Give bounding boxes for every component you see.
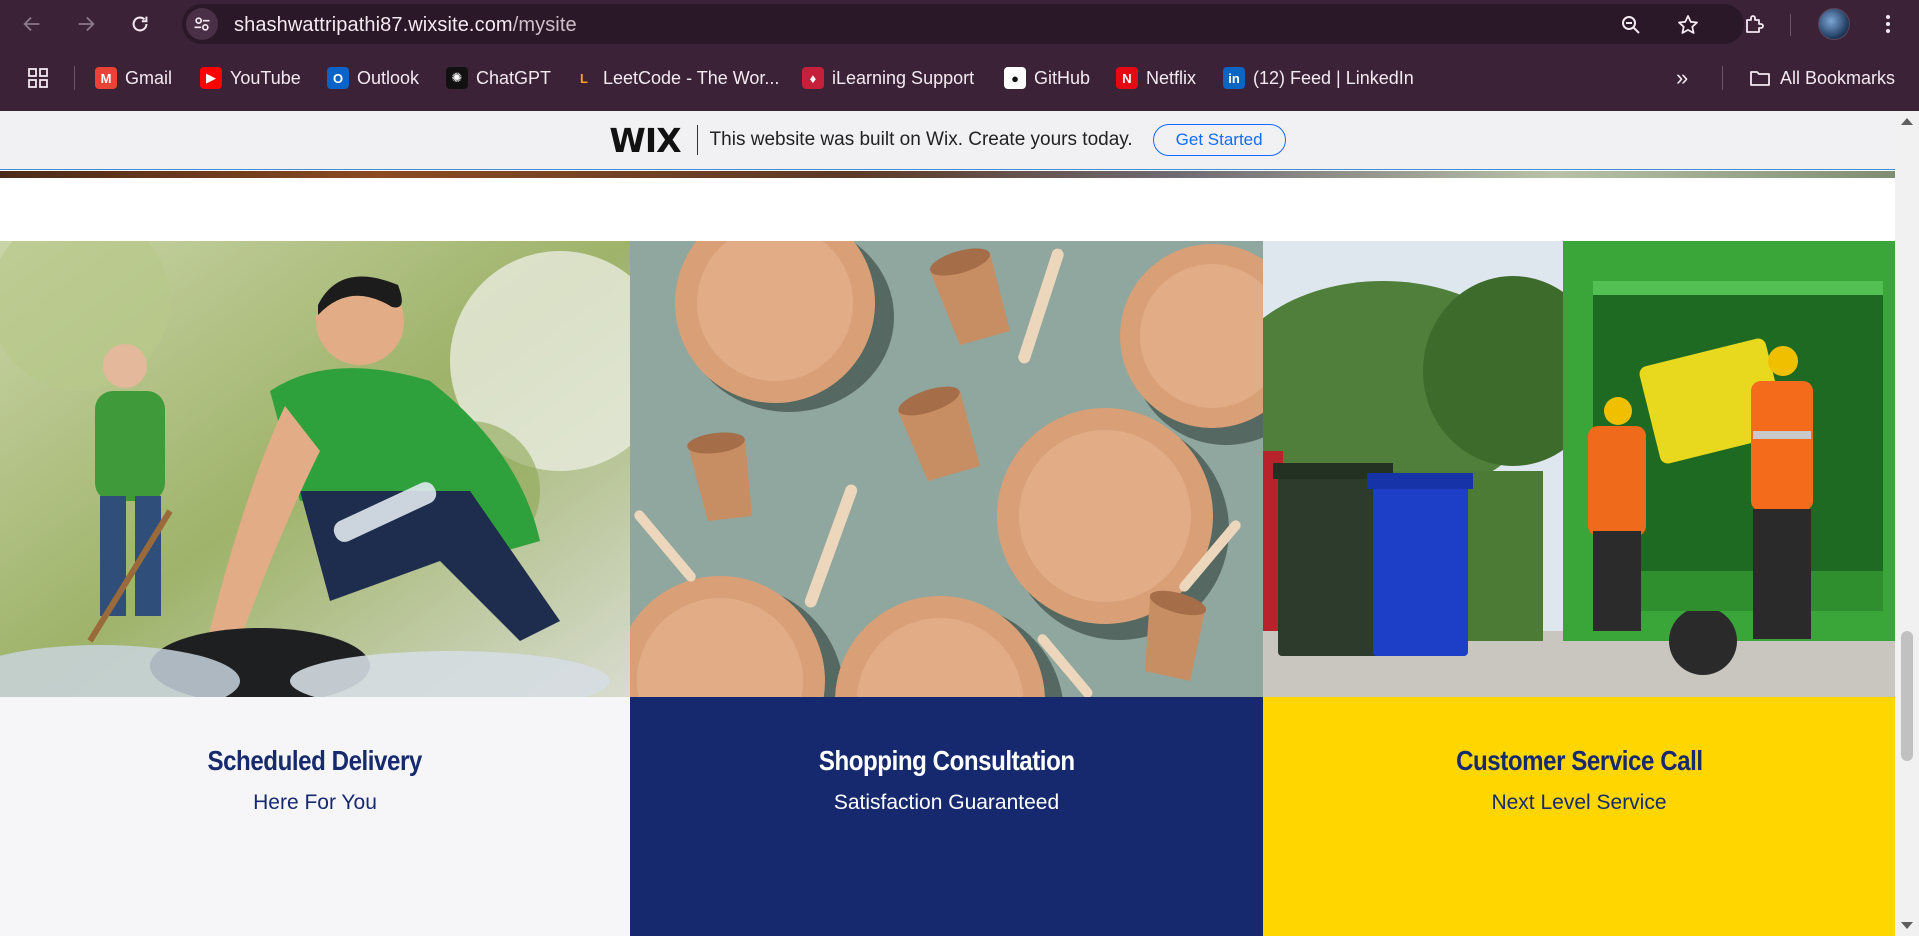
all-bookmarks-label: All Bookmarks bbox=[1780, 67, 1896, 88]
arrow-left-icon bbox=[23, 16, 40, 32]
reload-button[interactable] bbox=[124, 8, 156, 40]
service-card-scheduled-delivery: Scheduled Delivery Here For You bbox=[0, 241, 630, 936]
back-button[interactable] bbox=[16, 8, 48, 40]
leetcode-icon: L bbox=[573, 67, 595, 89]
menu-button[interactable] bbox=[1872, 8, 1904, 40]
bookmark-outlook[interactable]: O Outlook bbox=[327, 64, 419, 92]
service-card-customer-service-call: Customer Service Call Next Level Service bbox=[1263, 241, 1895, 936]
zoom-icon bbox=[1622, 16, 1640, 34]
card-subtitle: Satisfaction Guaranteed bbox=[833, 791, 1060, 814]
netflix-icon: N bbox=[1116, 67, 1138, 89]
extensions-button[interactable] bbox=[1738, 8, 1770, 40]
volunteers-image bbox=[0, 241, 630, 697]
service-cards: Scheduled Delivery Here For You Shopping… bbox=[0, 241, 1895, 936]
tune-icon bbox=[194, 17, 210, 31]
bookmark-leetcode[interactable]: L LeetCode - The Wor... bbox=[573, 64, 779, 92]
bookmark-label: YouTube bbox=[230, 67, 301, 88]
bookmark-label: Outlook bbox=[357, 67, 420, 88]
url-host: shashwattripathi87.wixsite.com bbox=[234, 14, 513, 36]
puzzle-icon bbox=[1746, 15, 1764, 33]
outlook-icon: O bbox=[327, 67, 349, 89]
linkedin-icon: in bbox=[1223, 67, 1245, 89]
bookmark-label: ChatGPT bbox=[476, 67, 552, 88]
bookmark-ilearning[interactable]: ♦ iLearning Support bbox=[802, 64, 974, 92]
scroll-thumb[interactable] bbox=[1901, 631, 1913, 761]
bookmark-netflix[interactable]: N Netflix bbox=[1116, 64, 1196, 92]
zoom-button[interactable] bbox=[1618, 12, 1644, 38]
bookmark-gmail[interactable]: M Gmail bbox=[95, 64, 172, 92]
reload-icon bbox=[132, 16, 148, 32]
bookmark-label: Netflix bbox=[1146, 67, 1197, 88]
bookmarks-divider bbox=[74, 66, 75, 90]
bookmark-label: iLearning Support bbox=[832, 67, 975, 88]
wix-logo[interactable]: WIX bbox=[609, 121, 681, 160]
bookmark-label: (12) Feed | LinkedIn bbox=[1253, 67, 1414, 88]
url-path: /mysite bbox=[512, 14, 577, 36]
card-title: Customer Service Call bbox=[1455, 745, 1703, 776]
bookmark-youtube[interactable]: ▶ YouTube bbox=[200, 64, 301, 92]
wix-banner-divider bbox=[696, 125, 698, 155]
chatgpt-icon: ✺ bbox=[446, 67, 468, 89]
youtube-icon: ▶ bbox=[200, 67, 222, 89]
card-title: Scheduled Delivery bbox=[207, 745, 423, 776]
bookmarks-divider-right bbox=[1722, 66, 1723, 90]
card-body: Scheduled Delivery Here For You bbox=[0, 697, 630, 936]
kebab-menu-icon bbox=[1886, 15, 1890, 33]
bookmark-star-button[interactable] bbox=[1675, 12, 1701, 38]
browser-chrome: shashwattripathi87.wixsite.com/mysite M … bbox=[0, 0, 1919, 111]
paper-plates-image bbox=[630, 241, 1263, 697]
get-started-button[interactable]: Get Started bbox=[1152, 124, 1286, 156]
page-scrollbar[interactable] bbox=[1895, 111, 1919, 936]
url-text[interactable]: shashwattripathi87.wixsite.com/mysite bbox=[234, 14, 577, 37]
folder-icon bbox=[1750, 71, 1770, 86]
wix-banner-text: This website was built on Wix. Create yo… bbox=[709, 129, 1133, 150]
all-bookmarks-button[interactable]: All Bookmarks bbox=[1748, 64, 1895, 92]
apps-grid-icon bbox=[28, 68, 48, 88]
site-info-button[interactable] bbox=[186, 8, 218, 40]
card-subtitle: Here For You bbox=[253, 791, 377, 814]
gmail-icon: M bbox=[95, 67, 117, 89]
waste-truck-image bbox=[1263, 241, 1895, 697]
bookmark-chatgpt[interactable]: ✺ ChatGPT bbox=[446, 64, 551, 92]
card-body: Customer Service Call Next Level Service bbox=[1263, 697, 1895, 936]
chevron-double-right-icon: » bbox=[1676, 65, 1689, 90]
bookmark-label: LeetCode - The Wor... bbox=[603, 67, 780, 88]
apps-button[interactable] bbox=[26, 64, 50, 92]
bookmark-label: Gmail bbox=[125, 67, 173, 88]
scroll-up-arrow[interactable] bbox=[1901, 118, 1913, 125]
bookmark-linkedin[interactable]: in (12) Feed | LinkedIn bbox=[1223, 64, 1414, 92]
profile-avatar[interactable] bbox=[1818, 8, 1850, 40]
more-bookmarks-button[interactable]: » bbox=[1676, 64, 1688, 92]
service-card-shopping-consultation: Shopping Consultation Satisfaction Guara… bbox=[630, 241, 1263, 936]
arrow-right-icon bbox=[78, 16, 95, 32]
forward-button[interactable] bbox=[70, 8, 102, 40]
ilearning-icon: ♦ bbox=[802, 67, 824, 89]
scroll-down-arrow[interactable] bbox=[1901, 922, 1913, 929]
card-body: Shopping Consultation Satisfaction Guara… bbox=[630, 697, 1263, 936]
star-icon bbox=[1678, 15, 1698, 34]
card-subtitle: Next Level Service bbox=[1491, 791, 1667, 814]
hero-image-edge bbox=[0, 171, 1895, 178]
github-icon: ● bbox=[1004, 67, 1026, 89]
address-bar[interactable]: shashwattripathi87.wixsite.com/mysite bbox=[182, 4, 1744, 44]
card-title: Shopping Consultation bbox=[818, 745, 1075, 776]
bookmark-label: GitHub bbox=[1034, 67, 1091, 88]
browser-toolbar: shashwattripathi87.wixsite.com/mysite bbox=[0, 0, 1919, 48]
toolbar-divider bbox=[1790, 14, 1791, 36]
wix-banner: WIX This website was built on Wix. Creat… bbox=[0, 111, 1895, 170]
web-page: WIX This website was built on Wix. Creat… bbox=[0, 111, 1895, 936]
bookmark-github[interactable]: ● GitHub bbox=[1004, 64, 1090, 92]
